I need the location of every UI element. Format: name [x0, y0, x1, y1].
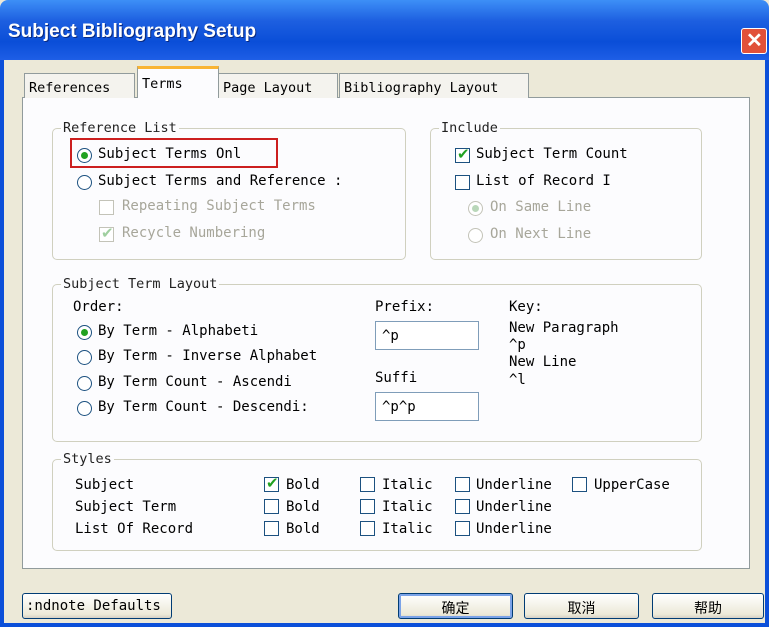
window-frame-left: [0, 60, 4, 627]
italic-label: Italic: [382, 499, 433, 515]
on-same-line-label: On Same Line: [490, 199, 592, 215]
list-of-record-checkbox[interactable]: [455, 175, 470, 190]
include-legend: Include: [439, 120, 500, 136]
on-next-line-label: On Next Line: [490, 226, 592, 242]
key-label: Key:: [509, 299, 543, 315]
recycle-numbering-checkbox[interactable]: ✔: [99, 224, 114, 242]
key-line: ^l: [509, 372, 526, 388]
by-term-count-descending-label[interactable]: By Term Count - Descendi:: [98, 399, 309, 415]
tab-references[interactable]: References: [24, 73, 135, 98]
reference-list-legend: Reference List: [61, 120, 179, 136]
cancel-button[interactable]: 取消: [524, 593, 639, 619]
list-of-record-bold-checkbox[interactable]: [264, 521, 279, 536]
prefix-label: Prefix:: [375, 299, 435, 315]
suffix-label: Suffi: [375, 370, 418, 386]
by-term-inverse-alphabetic-radio[interactable]: [77, 350, 92, 365]
list-of-record-label[interactable]: List of Record I: [476, 173, 611, 189]
by-term-inverse-alphabetic-label[interactable]: By Term - Inverse Alphabet: [98, 348, 317, 364]
subject-term-underline-checkbox[interactable]: [455, 499, 470, 514]
ok-button[interactable]: 确定: [398, 593, 513, 619]
subject-terms-and-reference-radio[interactable]: [77, 175, 92, 190]
by-term-alphabetic-label[interactable]: By Term - Alphabeti: [98, 323, 258, 339]
list-of-record-underline-checkbox[interactable]: [455, 521, 470, 536]
radio-dot-icon: [472, 205, 479, 212]
tab-page-layout[interactable]: Page Layout: [218, 73, 338, 98]
by-term-count-ascending-radio[interactable]: [77, 376, 92, 391]
underline-label: Underline: [476, 521, 552, 537]
help-button[interactable]: 帮助: [652, 593, 764, 619]
close-button[interactable]: ✕: [741, 28, 767, 54]
tab-bibliography-layout[interactable]: Bibliography Layout: [339, 73, 529, 98]
subject-term-count-checkbox[interactable]: ✔: [455, 145, 470, 163]
key-line: New Paragraph: [509, 320, 619, 336]
bold-label: Bold: [286, 521, 320, 537]
style-row-label: List Of Record: [75, 521, 194, 537]
suffix-input[interactable]: ^p^p: [375, 392, 479, 421]
by-term-alphabetic-radio[interactable]: [77, 325, 92, 340]
on-next-line-radio[interactable]: [468, 228, 483, 243]
by-term-count-ascending-label[interactable]: By Term Count - Ascendi: [98, 374, 292, 390]
style-row-label: Subject: [75, 477, 135, 493]
on-same-line-radio[interactable]: [468, 201, 483, 216]
subject-bold-checkbox[interactable]: ✔: [264, 474, 279, 492]
by-term-count-descending-radio[interactable]: [77, 401, 92, 416]
repeating-subject-terms-label: Repeating Subject Terms: [122, 198, 316, 214]
subject-term-italic-checkbox[interactable]: [360, 499, 375, 514]
order-label: Order:: [73, 299, 124, 315]
close-icon: ✕: [746, 30, 763, 52]
subject-term-bold-checkbox[interactable]: [264, 499, 279, 514]
underline-label: Underline: [476, 477, 552, 493]
italic-label: Italic: [382, 477, 433, 493]
window-frame-bottom: [0, 623, 769, 627]
key-line: ^p: [509, 337, 526, 353]
bold-label: Bold: [286, 477, 320, 493]
checkmark-icon: ✔: [457, 145, 470, 163]
key-line: New Line: [509, 354, 577, 370]
subject-underline-checkbox[interactable]: [455, 477, 470, 492]
list-of-record-italic-checkbox[interactable]: [360, 521, 375, 536]
endnote-defaults-button[interactable]: :ndnote Defaults: [22, 593, 172, 619]
prefix-input[interactable]: ^p: [375, 321, 479, 350]
window-frame-right: [765, 60, 769, 627]
subject-terms-and-reference-label[interactable]: Subject Terms and Reference :: [98, 173, 342, 189]
repeating-subject-terms-checkbox[interactable]: [99, 200, 114, 215]
subject-term-layout-legend: Subject Term Layout: [61, 276, 220, 292]
title-bar: Subject Bibliography Setup: [0, 0, 769, 60]
tab-terms[interactable]: Terms: [137, 66, 219, 98]
highlight-box: [70, 138, 278, 168]
style-row-label: Subject Term: [75, 499, 177, 515]
styles-legend: Styles: [61, 451, 114, 467]
subject-italic-checkbox[interactable]: [360, 477, 375, 492]
checkmark-icon: ✔: [101, 224, 114, 242]
checkmark-icon: ✔: [266, 474, 279, 492]
radio-dot-icon: [81, 329, 88, 336]
underline-label: Underline: [476, 499, 552, 515]
bold-label: Bold: [286, 499, 320, 515]
window-title: Subject Bibliography Setup: [8, 21, 257, 42]
subject-term-count-label[interactable]: Subject Term Count: [476, 146, 628, 162]
uppercase-label: UpperCase: [594, 477, 670, 493]
italic-label: Italic: [382, 521, 433, 537]
subject-uppercase-checkbox[interactable]: [572, 477, 587, 492]
recycle-numbering-label: Recycle Numbering: [122, 225, 266, 241]
